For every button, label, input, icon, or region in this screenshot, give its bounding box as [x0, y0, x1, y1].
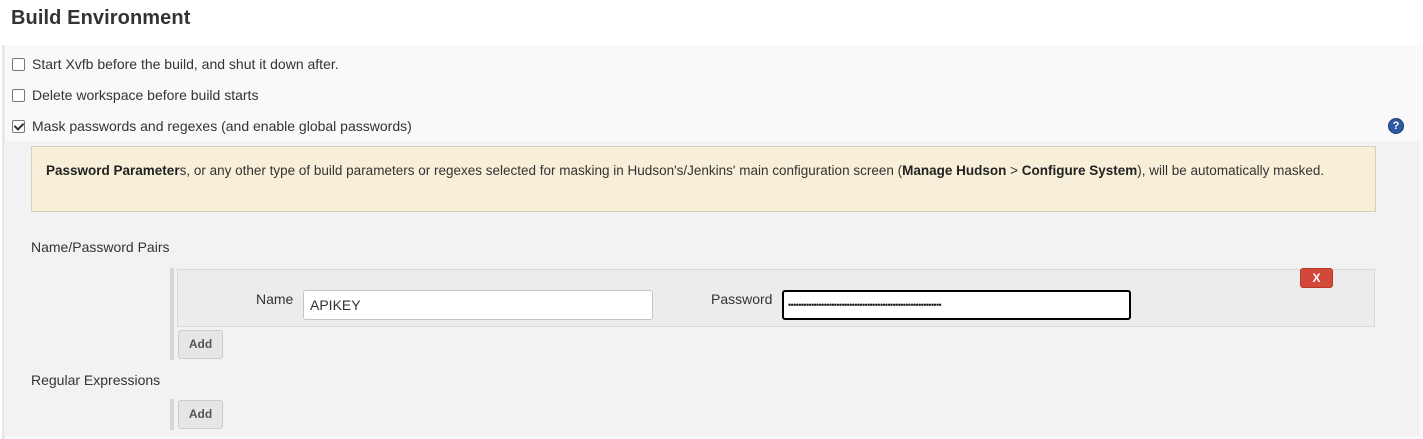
delete-workspace-checkbox[interactable] [12, 88, 25, 102]
checkmark-icon [13, 119, 25, 131]
password-mask: ••••••••••••••••••••••••••••••••••••••••… [788, 300, 942, 310]
info-bold-configure-system: Configure System [1021, 163, 1138, 178]
pairs-repeat-bar [170, 268, 174, 360]
mask-passwords-label: Mask passwords and regexes (and enable g… [32, 118, 412, 134]
section-title: Build Environment [11, 7, 191, 29]
info-text-3: ), will be automatically masked. [1137, 163, 1325, 178]
regular-expressions-heading: Regular Expressions [31, 372, 161, 388]
info-text-1: s, or any other type of build parameters… [179, 163, 903, 178]
option-start-xvfb[interactable]: Start Xvfb before the build, and shut it… [12, 55, 339, 73]
option-delete-workspace[interactable]: Delete workspace before build starts [12, 86, 258, 104]
mask-passwords-checkbox[interactable] [12, 119, 25, 133]
add-regex-button[interactable]: Add [178, 400, 223, 429]
info-bold-manage-hudson: Manage Hudson [902, 163, 1007, 178]
info-text-2: > [1006, 163, 1022, 178]
start-xvfb-label: Start Xvfb before the build, and shut it… [32, 56, 339, 72]
name-password-pairs-heading: Name/Password Pairs [31, 239, 170, 255]
regex-repeat-bar [170, 399, 174, 430]
name-field-label: Name [256, 291, 294, 307]
add-pair-button[interactable]: Add [178, 330, 223, 359]
info-message: Password Parameters, or any other type o… [31, 146, 1376, 212]
info-bold-password-parameter: Password Parameter [46, 163, 180, 178]
option-mask-passwords[interactable]: Mask passwords and regexes (and enable g… [12, 117, 412, 135]
help-icon[interactable]: ? [1388, 118, 1404, 134]
password-field-label: Password [711, 291, 773, 307]
password-input[interactable]: ••••••••••••••••••••••••••••••••••••••••… [782, 290, 1131, 320]
delete-pair-button[interactable]: X [1300, 268, 1333, 288]
start-xvfb-checkbox[interactable] [12, 57, 25, 71]
delete-workspace-label: Delete workspace before build starts [32, 87, 259, 103]
name-input[interactable]: APIKEY [303, 290, 653, 320]
